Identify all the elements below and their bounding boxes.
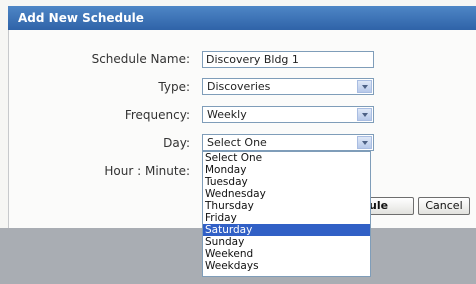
add-schedule-button-label: ule	[369, 199, 389, 212]
day-option[interactable]: Monday	[203, 164, 370, 176]
day-dropdown-list[interactable]: Select One Monday Tuesday Wednesday Thur…	[202, 151, 371, 277]
chevron-down-icon[interactable]	[357, 136, 372, 149]
day-select[interactable]: Select One	[202, 134, 374, 151]
day-option[interactable]: Select One	[203, 152, 370, 164]
chevron-down-icon[interactable]	[357, 108, 372, 121]
day-option[interactable]: Friday	[203, 212, 370, 224]
type-label: Type:	[158, 80, 190, 94]
day-option[interactable]: Wednesday	[203, 188, 370, 200]
schedule-name-input[interactable]	[202, 51, 374, 68]
frequency-label: Frequency:	[124, 108, 190, 122]
dialog-title-bar: Add New Schedule	[8, 6, 476, 30]
day-label: Day:	[163, 136, 190, 150]
add-schedule-button[interactable]: ule	[366, 197, 414, 215]
day-option[interactable]: Sunday	[203, 236, 370, 248]
frequency-select-value: Weekly	[207, 108, 247, 121]
type-select[interactable]: Discoveries	[202, 78, 374, 95]
day-option[interactable]: Weekend	[203, 248, 370, 260]
day-option[interactable]: Thursday	[203, 200, 370, 212]
type-select-value: Discoveries	[207, 80, 271, 93]
day-option[interactable]: Tuesday	[203, 176, 370, 188]
hour-minute-label: Hour : Minute:	[104, 164, 190, 178]
schedule-name-label: Schedule Name:	[91, 52, 190, 66]
day-select-value: Select One	[207, 136, 267, 149]
dialog-title: Add New Schedule	[18, 11, 144, 25]
day-option[interactable]: Weekdays	[203, 260, 370, 272]
cancel-button[interactable]: Cancel	[418, 197, 470, 215]
frequency-select[interactable]: Weekly	[202, 106, 374, 123]
day-option-highlighted[interactable]: Saturday	[203, 224, 370, 236]
chevron-down-icon[interactable]	[357, 80, 372, 93]
